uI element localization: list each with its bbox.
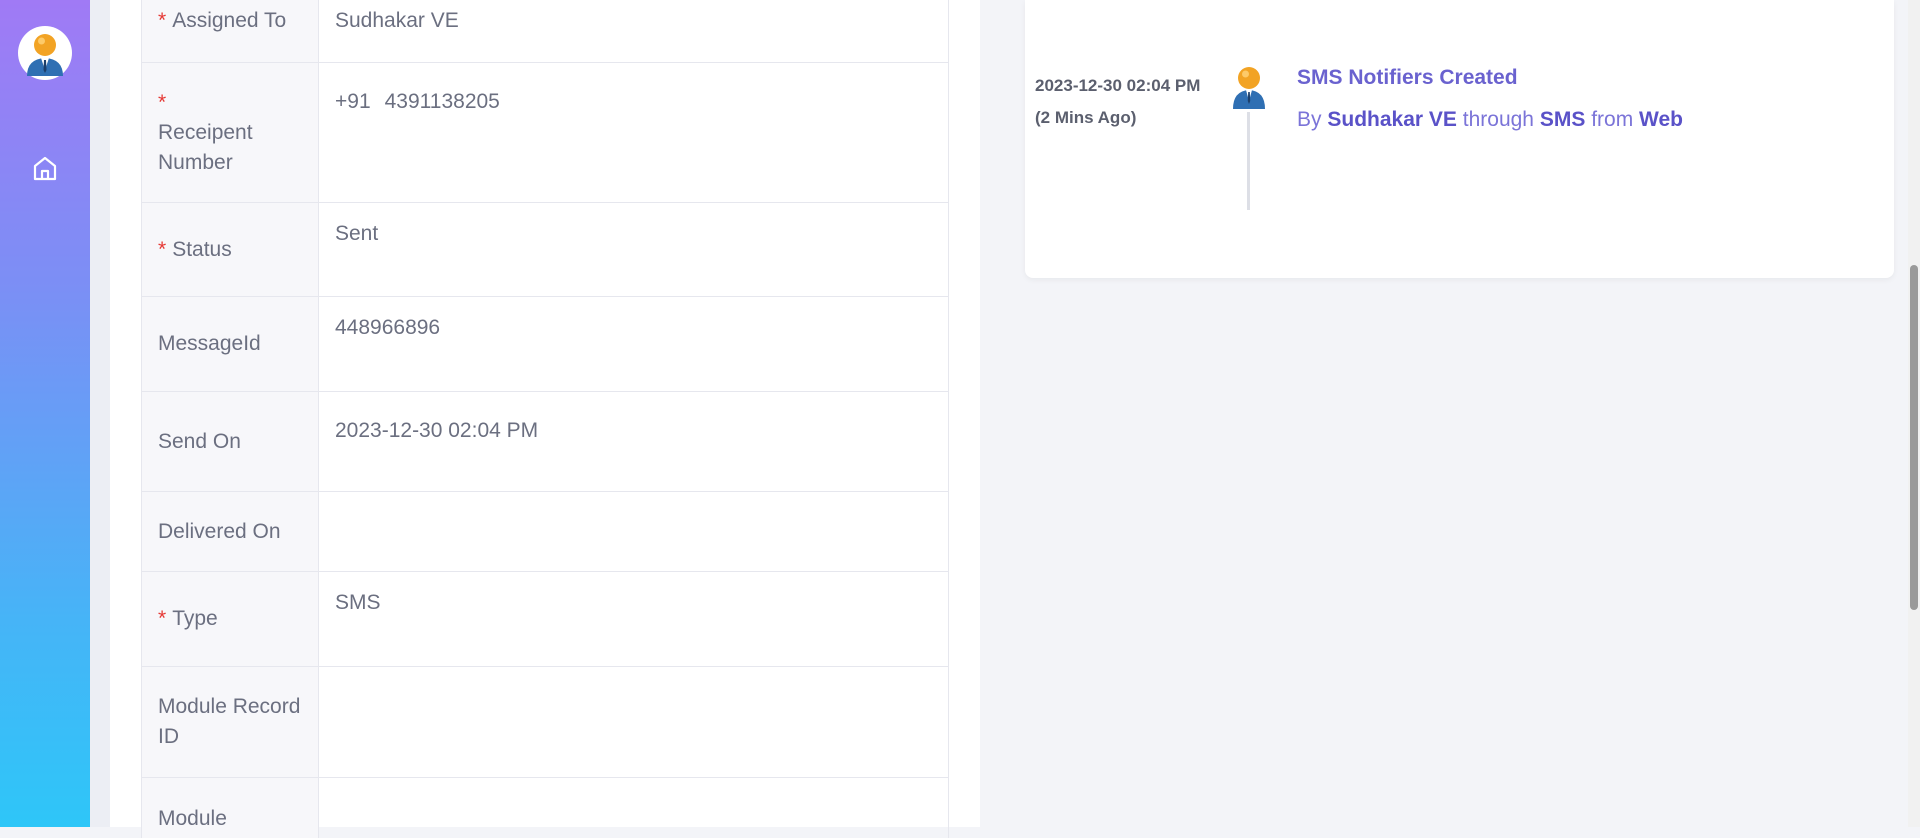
row-type: * Type SMS	[142, 572, 948, 667]
row-status: * Status Sent	[142, 203, 948, 297]
panel-divider	[980, 0, 1024, 827]
receipent-number-value[interactable]: +91 4391138205	[319, 63, 948, 202]
module-record-id-label-line2: ID	[158, 725, 179, 748]
timeline-channel: SMS	[1539, 108, 1586, 131]
module-label: Module	[142, 778, 319, 838]
status-label-text: Status	[172, 237, 232, 261]
module-record-id-value[interactable]	[319, 667, 948, 777]
timeline-user-avatar-icon	[1230, 65, 1268, 109]
by-label: By	[1297, 108, 1322, 131]
row-delivered-on: Delivered On	[142, 492, 948, 572]
row-module-record-id: Module Record ID	[142, 667, 948, 778]
send-on-value[interactable]: 2023-12-30 02:04 PM	[319, 392, 948, 491]
details-table: * Assigned To Sudhakar VE * Receipent Nu…	[141, 0, 949, 838]
row-message-id: MessageId 448966896	[142, 297, 948, 392]
assigned-to-label: * Assigned To	[142, 0, 319, 62]
receipent-number-label-line1: Receipent	[158, 120, 253, 144]
assigned-to-label-text: Assigned To	[172, 9, 287, 32]
status-value[interactable]: Sent	[319, 203, 948, 296]
type-label-text: Type	[172, 607, 218, 630]
home-icon[interactable]	[30, 153, 60, 183]
timeline-timestamp: 2023-12-30 02:04 PM	[1035, 76, 1201, 95]
timeline-event-description: By Sudhakar VE through SMS from Web	[1297, 108, 1683, 132]
module-record-id-label: Module Record ID	[142, 667, 319, 777]
country-code: +91	[335, 90, 371, 113]
timeline-event-title[interactable]: SMS Notifiers Created	[1297, 66, 1518, 90]
activity-timeline-card: 2023-12-30 02:04 PM (2 Mins Ago) SMS Not…	[1025, 0, 1894, 278]
type-label: * Type	[142, 572, 319, 666]
row-receipent-number: * Receipent Number +91 4391138205	[142, 63, 948, 203]
timeline-connector	[1247, 112, 1250, 210]
status-label: * Status	[142, 203, 319, 296]
required-marker: *	[158, 607, 167, 630]
row-assigned-to: * Assigned To Sudhakar VE	[142, 0, 948, 63]
required-marker: *	[158, 9, 167, 32]
message-id-value[interactable]: 448966896	[319, 297, 948, 391]
from-label: from	[1591, 108, 1634, 131]
receipent-number-label-line2: Number	[158, 150, 233, 174]
assigned-to-value[interactable]: Sudhakar VE	[319, 0, 948, 62]
row-send-on: Send On 2023-12-30 02:04 PM	[142, 392, 948, 492]
receipent-number-label: * Receipent Number	[142, 63, 319, 202]
required-marker: *	[158, 90, 167, 114]
scrollbar-thumb[interactable]	[1910, 265, 1918, 610]
sidebar	[0, 0, 90, 827]
delivered-on-value[interactable]	[319, 492, 948, 571]
timeline-time: 2023-12-30 02:04 PM (2 Mins Ago)	[1035, 70, 1200, 134]
module-value[interactable]	[319, 778, 948, 838]
type-value[interactable]: SMS	[319, 572, 948, 666]
row-module: Module	[142, 778, 948, 838]
user-avatar-icon[interactable]	[18, 26, 72, 80]
module-record-id-label-line1: Module Record	[158, 695, 301, 718]
timeline-source: Web	[1639, 108, 1683, 131]
through-label: through	[1462, 108, 1534, 131]
phone-number: 4391138205	[384, 90, 500, 113]
content-gutter	[90, 0, 110, 827]
send-on-label: Send On	[142, 392, 319, 491]
required-marker: *	[158, 237, 167, 261]
message-id-label: MessageId	[142, 297, 319, 391]
timeline-relative-time: (2 Mins Ago)	[1035, 108, 1137, 127]
timeline-user-link[interactable]: Sudhakar VE	[1327, 108, 1457, 131]
delivered-on-label: Delivered On	[142, 492, 319, 571]
